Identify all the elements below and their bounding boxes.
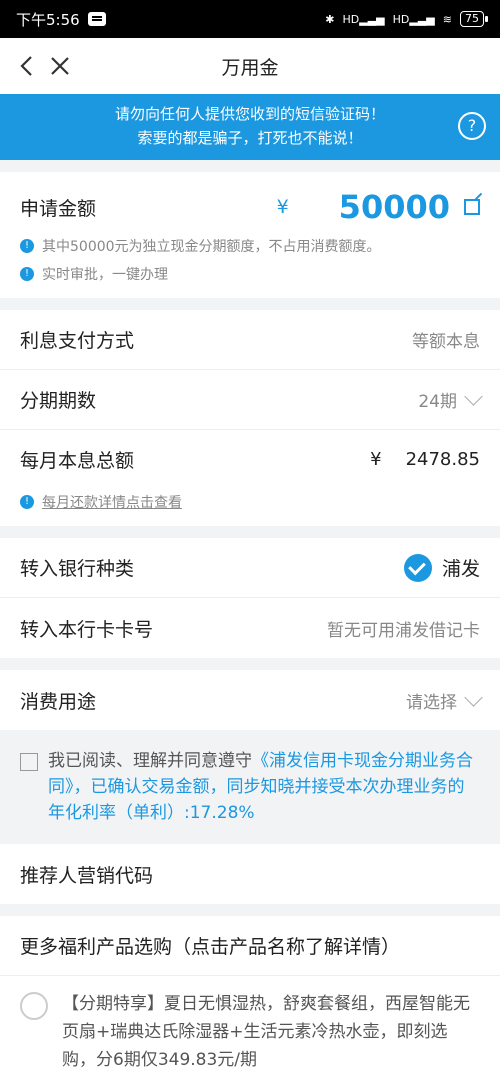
card-number-value: 暂无可用浦发借记卡 xyxy=(327,620,480,641)
message-icon xyxy=(87,12,106,26)
info-icon: ! xyxy=(20,239,34,253)
chevron-down-icon xyxy=(464,387,483,406)
card-number-label: 转入本行卡卡号 xyxy=(20,618,154,641)
loan-details-card: 利息支付方式 等额本息 分期期数 24期 每月本息总额 ¥ 2478.85 ! … xyxy=(0,310,500,526)
amount-card: 申请金额 ¥ 50000 ! 其中50000元为独立现金分期额度，不占用消费额度… xyxy=(0,172,500,298)
close-button[interactable] xyxy=(48,52,72,80)
amount-note-1: ! 其中50000元为独立现金分期额度，不占用消费额度。 xyxy=(0,232,500,260)
edit-icon[interactable] xyxy=(464,199,480,215)
product-text[interactable]: 【分期特享】夏日无惧湿热，舒爽套餐组，西屋智能无页扇+瑞典达氏除湿器+生活元素冷… xyxy=(62,990,480,1074)
referral-label: 推荐人营销代码 xyxy=(20,864,154,887)
bluetooth-icon: ✱ xyxy=(325,12,335,26)
period-label: 分期期数 xyxy=(20,390,97,412)
agreement-prefix: 我已阅读、理解并同意遵守 xyxy=(48,751,252,771)
bank-type-row[interactable]: 转入银行种类 浦发 xyxy=(0,538,500,598)
amount-note-2: ! 实时审批，一键办理 xyxy=(0,260,500,298)
referral-card: 推荐人营销代码 xyxy=(0,844,500,904)
banner-line-2: 索要的都是骗子，打死也不能说！ xyxy=(137,129,363,147)
period-value: 24期 xyxy=(418,392,457,412)
amount-currency: ¥ xyxy=(276,196,289,218)
info-icon: ! xyxy=(20,267,34,281)
purpose-label: 消费用途 xyxy=(20,690,97,713)
agreement-suffix: ，已确认交易金额，同步知晓并接受本次办理业务的年化利率（单利）:17.28% xyxy=(48,777,465,823)
check-icon[interactable] xyxy=(403,553,432,582)
referral-row[interactable]: 推荐人营销代码 xyxy=(0,844,500,904)
page-title: 万用金 xyxy=(221,56,279,79)
monthly-detail-link[interactable]: 每月还款详情点击查看 xyxy=(42,492,182,512)
more-products-label: 更多福利产品选购（点击产品名称了解详情） xyxy=(20,936,401,958)
banner-line-1: 请勿向任何人提供您收到的短信验证码！ xyxy=(114,105,385,123)
close-icon xyxy=(51,57,69,75)
signal-icon-1: HD▂▃▅ xyxy=(342,12,385,26)
agreement-section: 我已阅读、理解并同意遵守《浦发信用卡现金分期业务合同》，已确认交易金额，同步知晓… xyxy=(0,730,500,844)
warning-banner: 请勿向任何人提供您收到的短信验证码！ 索要的都是骗子，打死也不能说！ ? xyxy=(0,94,500,160)
monthly-currency: ¥ xyxy=(370,448,382,470)
chevron-down-icon xyxy=(464,687,483,707)
purpose-value: 请选择 xyxy=(406,692,457,713)
purpose-row[interactable]: 消费用途 请选择 xyxy=(0,670,500,730)
amount-value[interactable]: 50000 xyxy=(339,188,450,226)
monthly-detail-note: ! 每月还款详情点击查看 xyxy=(0,488,500,526)
more-products-header: 更多福利产品选购（点击产品名称了解详情） xyxy=(0,916,500,976)
interest-method-label: 利息支付方式 xyxy=(20,330,135,352)
interest-method-value: 等额本息 xyxy=(412,332,480,352)
chevron-left-icon xyxy=(20,56,32,76)
amount-label: 申请金额 xyxy=(20,197,97,220)
bank-card: 转入银行种类 浦发 转入本行卡卡号 暂无可用浦发借记卡 xyxy=(0,538,500,658)
back-button[interactable] xyxy=(14,52,38,80)
status-bar: 下午5:56 ✱ HD▂▃▅ HD▂▃▅ ≋ 75 xyxy=(0,0,500,38)
agreement-checkbox[interactable] xyxy=(20,753,38,771)
bank-type-value: 浦发 xyxy=(441,558,480,580)
product-radio[interactable] xyxy=(20,992,48,1020)
battery-icon: 75 xyxy=(460,11,488,27)
bank-type-label: 转入银行种类 xyxy=(20,558,135,580)
more-products-card: 更多福利产品选购（点击产品名称了解详情） 【分期特享】夏日无惧湿热，舒爽套餐组，… xyxy=(0,916,500,1088)
period-row[interactable]: 分期期数 24期 xyxy=(0,370,500,430)
product-item[interactable]: 【分期特享】夏日无惧湿热，舒爽套餐组，西屋智能无页扇+瑞典达氏除湿器+生活元素冷… xyxy=(0,976,500,1088)
interest-method-row[interactable]: 利息支付方式 等额本息 xyxy=(0,310,500,370)
wifi-icon: ≋ xyxy=(442,12,452,26)
monthly-label: 每月本息总额 xyxy=(20,449,135,472)
nav-bar: 万用金 xyxy=(0,38,500,94)
monthly-value: 2478.85 xyxy=(405,448,480,470)
card-number-row[interactable]: 转入本行卡卡号 暂无可用浦发借记卡 xyxy=(0,598,500,658)
signal-icon-2: HD▂▃▅ xyxy=(392,12,435,26)
monthly-row: 每月本息总额 ¥ 2478.85 xyxy=(0,430,500,488)
purpose-card: 消费用途 请选择 xyxy=(0,670,500,730)
help-icon[interactable]: ? xyxy=(458,112,486,140)
status-time: 下午5:56 xyxy=(16,10,80,29)
info-icon: ! xyxy=(20,495,34,509)
